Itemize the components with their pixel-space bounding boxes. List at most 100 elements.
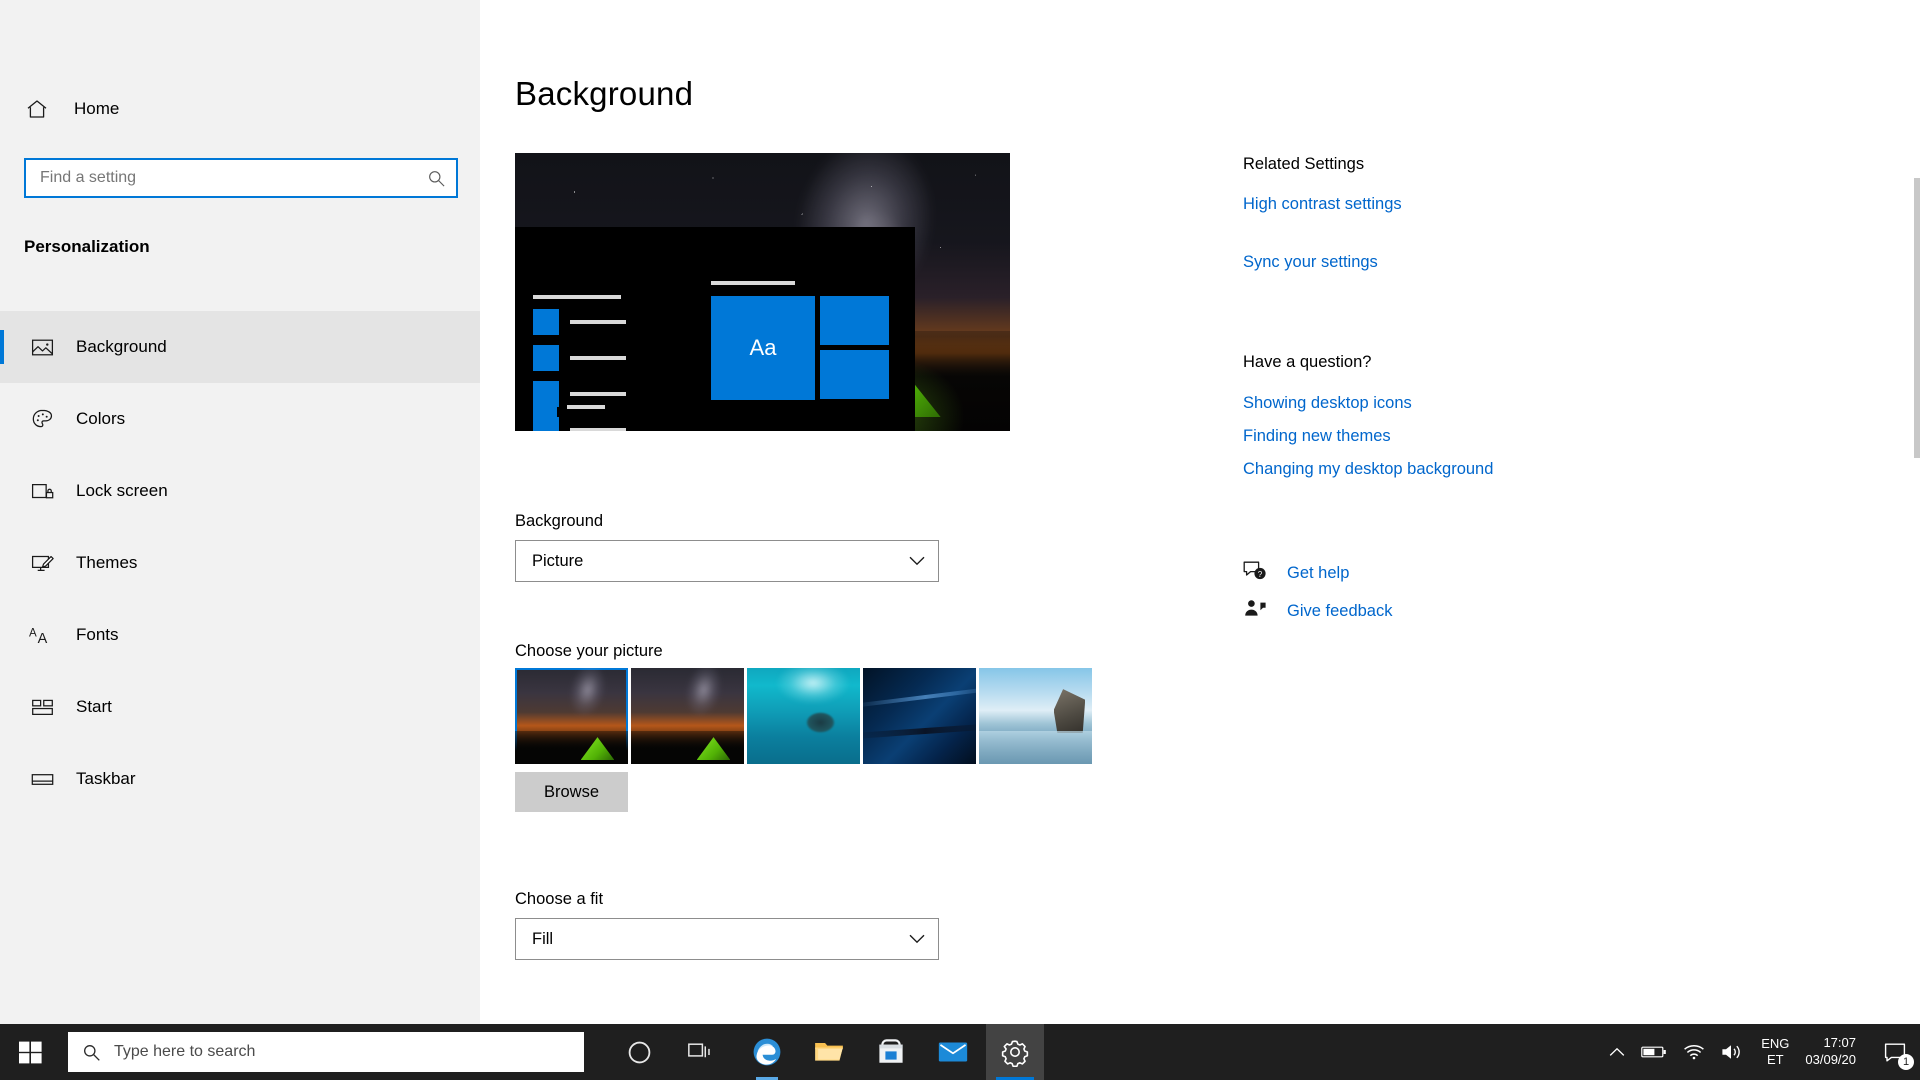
- start-menu-app-row: [533, 417, 663, 431]
- start-menu-footer: [533, 395, 605, 419]
- get-help-label[interactable]: Get help: [1287, 564, 1349, 583]
- app-label-bar: [570, 356, 626, 360]
- app-label-bar: [570, 428, 626, 431]
- picture-thumbnail-list: [515, 668, 1092, 764]
- sidebar-item-themes[interactable]: Themes: [0, 527, 480, 599]
- sidebar-item-home-label: Home: [74, 99, 119, 119]
- sidebar-item-start[interactable]: Start: [0, 671, 480, 743]
- volume-icon: [1721, 1043, 1743, 1061]
- show-hidden-icons-button[interactable]: [1601, 1024, 1633, 1080]
- taskbar-search-placeholder: Type here to search: [114, 1043, 255, 1061]
- language-line-1: ENG: [1761, 1036, 1789, 1052]
- search-input[interactable]: [26, 160, 416, 196]
- give-feedback-label[interactable]: Give feedback: [1287, 602, 1392, 621]
- svg-text:A: A: [29, 627, 37, 639]
- start-menu-tiles: Aa: [711, 281, 889, 400]
- link-high-contrast-settings[interactable]: High contrast settings: [1243, 195, 1402, 214]
- microsoft-edge-button[interactable]: [738, 1024, 796, 1080]
- network-button[interactable]: [1675, 1024, 1713, 1080]
- app-label-bar: [570, 320, 626, 324]
- desktop-preview: Aa: [515, 153, 1010, 431]
- choose-picture-label: Choose your picture: [515, 642, 663, 661]
- settings-window: Settings: [0, 0, 1920, 1080]
- start-tiles-icon: [14, 695, 70, 720]
- sidebar-item-fonts[interactable]: A A Fonts: [0, 599, 480, 671]
- app-square: [533, 309, 559, 335]
- sidebar-nav: Background Colors: [0, 311, 480, 815]
- choose-fit-select[interactable]: Fill: [515, 918, 939, 960]
- picture-icon: [14, 335, 70, 360]
- start-menu-app-row: [533, 345, 663, 371]
- window-body: Settings: [0, 0, 1920, 1024]
- footer-bar: [567, 405, 605, 409]
- link-changing-my-desktop-background[interactable]: Changing my desktop background: [1243, 460, 1493, 479]
- start-menu-app-row: [533, 309, 663, 335]
- settings-button[interactable]: [986, 1024, 1044, 1080]
- action-center-button[interactable]: 1: [1870, 1024, 1920, 1080]
- link-showing-desktop-icons[interactable]: Showing desktop icons: [1243, 394, 1412, 413]
- task-view-button[interactable]: [672, 1024, 730, 1080]
- background-select[interactable]: Picture: [515, 540, 939, 582]
- content-scrollbar-track[interactable]: [1914, 48, 1920, 832]
- sidebar-item-background-label: Background: [76, 337, 167, 357]
- sidebar-item-fonts-label: Fonts: [76, 625, 119, 645]
- sidebar-item-start-label: Start: [76, 697, 112, 717]
- choose-fit-label: Choose a fit: [515, 890, 603, 909]
- search-box[interactable]: [24, 158, 458, 198]
- clock-time: 17:07: [1823, 1035, 1856, 1052]
- chevron-down-icon: [896, 556, 938, 566]
- get-help-row[interactable]: ? Get help: [1243, 560, 1349, 587]
- mail-icon: [938, 1041, 968, 1063]
- picture-thumbnail-night-sky-tent-2[interactable]: [631, 668, 744, 764]
- microsoft-store-button[interactable]: [862, 1024, 920, 1080]
- link-finding-new-themes[interactable]: Finding new themes: [1243, 427, 1391, 446]
- mail-button[interactable]: [924, 1024, 982, 1080]
- battery-button[interactable]: [1633, 1024, 1675, 1080]
- sidebar-item-taskbar-label: Taskbar: [76, 769, 136, 789]
- sidebar-item-lock-screen[interactable]: Lock screen: [0, 455, 480, 527]
- volume-button[interactable]: [1713, 1024, 1751, 1080]
- related-settings-title: Related Settings: [1243, 155, 1364, 174]
- sidebar-item-themes-label: Themes: [76, 553, 137, 573]
- clock[interactable]: 17:07 03/09/20: [1799, 1035, 1870, 1069]
- sidebar: Home Personalization: [0, 0, 480, 1024]
- link-sync-your-settings[interactable]: Sync your settings: [1243, 253, 1378, 272]
- content-scrollbar-thumb[interactable]: [1914, 178, 1920, 458]
- sidebar-item-colors[interactable]: Colors: [0, 383, 480, 455]
- browse-button[interactable]: Browse: [515, 772, 628, 812]
- microsoft-store-icon: [877, 1038, 905, 1066]
- main-content: Background: [480, 0, 1920, 1024]
- language-line-2: ET: [1767, 1052, 1784, 1068]
- language-indicator[interactable]: ENG ET: [1751, 1036, 1799, 1069]
- palette-icon: [14, 407, 70, 432]
- microsoft-edge-icon: [751, 1036, 783, 1068]
- background-label: Background: [515, 512, 603, 531]
- picture-thumbnail-windows-10-hero[interactable]: [863, 668, 976, 764]
- sidebar-item-taskbar[interactable]: Taskbar: [0, 743, 480, 815]
- tiles-column: [820, 296, 889, 400]
- start-tile-small: [820, 350, 889, 399]
- choose-fit-select-value: Fill: [516, 930, 896, 949]
- start-button[interactable]: [0, 1024, 60, 1080]
- picture-thumbnail-night-sky-tent-1[interactable]: [515, 668, 628, 764]
- sidebar-item-home[interactable]: Home: [0, 85, 480, 133]
- picture-thumbnail-beach-sea-stack[interactable]: [979, 668, 1092, 764]
- svg-text:A: A: [37, 631, 47, 647]
- wifi-icon: [1683, 1044, 1705, 1060]
- sidebar-section-title: Personalization: [24, 237, 150, 257]
- home-icon: [12, 97, 62, 121]
- taskbar-search-box[interactable]: Type here to search: [68, 1032, 584, 1072]
- windows-start-icon: [19, 1041, 42, 1064]
- picture-thumbnail-underwater-diver[interactable]: [747, 668, 860, 764]
- give-feedback-row[interactable]: Give feedback: [1243, 598, 1392, 625]
- cortana-button[interactable]: [610, 1024, 668, 1080]
- help-chat-icon: ?: [1243, 560, 1267, 587]
- tent-decor: [581, 737, 615, 760]
- system-tray: ENG ET 17:07 03/09/20 1: [1601, 1024, 1920, 1080]
- search-submit-button[interactable]: [416, 160, 456, 196]
- file-explorer-button[interactable]: [800, 1024, 858, 1080]
- footer-square: [533, 395, 557, 419]
- chevron-down-icon: [896, 934, 938, 944]
- sidebar-item-background[interactable]: Background: [0, 311, 480, 383]
- app-square: [533, 417, 559, 431]
